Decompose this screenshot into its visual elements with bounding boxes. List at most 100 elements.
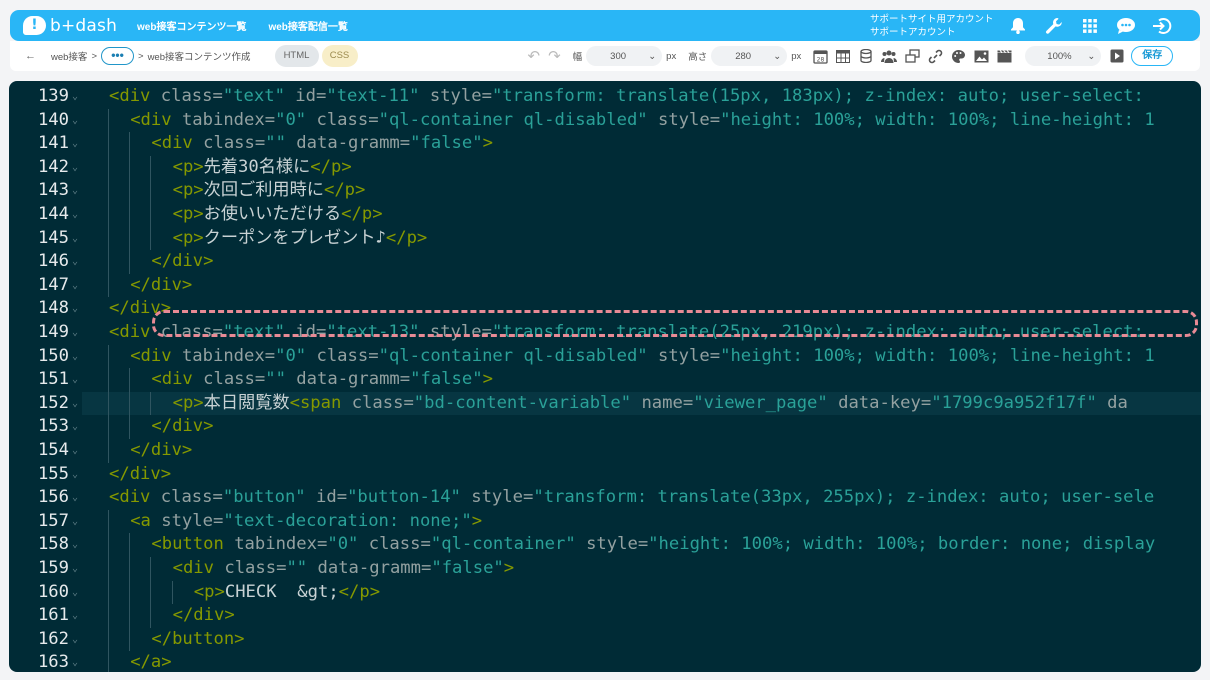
wrench-icon[interactable]	[1042, 14, 1066, 38]
indent-guide	[150, 179, 152, 203]
width-unit: px	[666, 50, 677, 62]
fold-marker-icon[interactable]: ⌄	[69, 109, 81, 133]
code-line[interactable]: 141 ⌄ <div class="" data-gramm="false">	[9, 132, 1201, 156]
account-info[interactable]: サポートサイト用アカウント サポートアカウント	[870, 13, 1006, 39]
code-line[interactable]: 140 ⌄ <div tabindex="0" class="ql-containe…	[9, 108, 1201, 133]
fold-marker-icon[interactable]: ⌄	[69, 510, 81, 534]
fold-marker-icon[interactable]: ⌄	[69, 651, 81, 672]
indent-guide	[129, 580, 131, 605]
fold-marker-icon[interactable]: ⌄	[69, 628, 81, 652]
html-code-editor[interactable]: 139 ⌄ <div class="text" id="text-11" style…	[9, 81, 1201, 672]
line-number: 160	[37, 581, 69, 602]
fold-marker-icon[interactable]: ⌄	[69, 604, 81, 628]
code-line[interactable]: 152 ⌄ <p>本日閲覧数<span class="bd-content-vari…	[9, 391, 1201, 416]
database-icon[interactable]	[857, 47, 875, 65]
code-text: <div tabindex="0" class="ql-container ql…	[130, 109, 1155, 133]
preview-play-icon[interactable]	[1109, 48, 1125, 64]
users-icon[interactable]	[880, 47, 898, 65]
bell-icon[interactable]	[1006, 14, 1030, 38]
line-number: 163	[37, 652, 69, 672]
fold-marker-icon[interactable]: ⌄	[69, 463, 81, 487]
fold-marker-icon[interactable]: ⌄	[69, 250, 81, 274]
fold-marker-icon[interactable]: ⌄	[69, 274, 81, 298]
undo-icon[interactable]: ↶	[528, 47, 541, 65]
code-line[interactable]: 160 ⌄ <p>CHECK &gt;</p>	[9, 580, 1201, 605]
code-token: style	[647, 345, 710, 366]
breadcrumb-root[interactable]: web接客	[51, 49, 87, 63]
width-select[interactable]: 300 ⌄	[586, 46, 663, 66]
height-select[interactable]: 280 ⌄	[711, 46, 788, 66]
fold-marker-icon[interactable]: ⌄	[69, 557, 81, 581]
fold-marker-icon[interactable]: ⌄	[69, 368, 81, 392]
nav-delivery-list[interactable]: web接客配信一覧	[268, 18, 347, 33]
fold-marker-icon[interactable]: ⌄	[69, 392, 81, 416]
code-line[interactable]: 142 ⌄ <p>先着30名様に</p>	[9, 155, 1201, 180]
fold-marker-icon[interactable]: ⌄	[69, 321, 81, 345]
code-token: style	[647, 109, 710, 130]
code-line[interactable]: 161 ⌄ </div>	[9, 604, 1201, 628]
fold-marker-icon[interactable]: ⌄	[69, 132, 81, 156]
code-line[interactable]: 145 ⌄ <p>クーポンをプレゼント♪</p>	[9, 226, 1201, 251]
code-line-content: <div class="text" id="text-11" style="tr…	[82, 85, 1201, 109]
code-line[interactable]: 143 ⌄ <p>次回ご利用時に</p>	[9, 179, 1201, 203]
width-value: 300	[610, 50, 627, 62]
tab-css[interactable]: CSS	[321, 45, 358, 67]
code-line[interactable]: 151 ⌄ <div class="" data-gramm="false">	[9, 368, 1201, 392]
palette-icon[interactable]	[949, 47, 967, 65]
code-line[interactable]: 159 ⌄ <div class="" data-gramm="false">	[9, 557, 1201, 581]
code-line[interactable]: 153 ⌄ </div>	[9, 415, 1201, 439]
layers-icon[interactable]	[903, 47, 921, 65]
code-token: <p>	[193, 581, 225, 602]
code-line[interactable]: 144 ⌄ <p>お使いいただける</p>	[9, 203, 1201, 227]
fold-marker-icon[interactable]: ⌄	[69, 486, 81, 510]
table-icon[interactable]	[834, 47, 852, 65]
nav-content-list[interactable]: web接客コンテンツ一覧	[137, 18, 246, 33]
fold-marker-icon[interactable]: ⌄	[69, 156, 81, 180]
fold-marker-icon[interactable]: ⌄	[69, 415, 81, 439]
logout-icon[interactable]	[1150, 14, 1174, 38]
chat-icon[interactable]	[1114, 14, 1138, 38]
image-icon[interactable]	[972, 47, 990, 65]
fold-marker-icon[interactable]: ⌄	[69, 533, 81, 557]
video-icon[interactable]	[995, 47, 1013, 65]
back-arrow-icon[interactable]: ←	[25, 50, 39, 62]
fold-marker-icon[interactable]: ⌄	[69, 297, 81, 321]
code-token: <div	[130, 345, 182, 366]
code-line[interactable]: 149 ⌄ <div class="text" id="text-13" style…	[9, 321, 1201, 345]
code-line[interactable]: 147 ⌄ </div>	[9, 273, 1201, 298]
code-line[interactable]: 162 ⌄ </button>	[9, 627, 1201, 652]
code-line[interactable]: 150 ⌄ <div tabindex="0" class="ql-containe…	[9, 344, 1201, 369]
code-line[interactable]: 146 ⌄ </div>	[9, 250, 1201, 274]
code-line[interactable]: 163 ⌄ </a>	[9, 651, 1201, 672]
calendar-icon[interactable]: 28	[811, 47, 829, 65]
link-icon[interactable]	[926, 47, 944, 65]
zoom-select[interactable]: 100% ⌄	[1025, 46, 1102, 66]
code-line[interactable]: 158 ⌄ <button tabindex="0" class="ql-conta…	[9, 533, 1201, 557]
code-line[interactable]: 155 ⌄ </div>	[9, 463, 1201, 487]
grid-icon[interactable]	[1078, 14, 1102, 38]
fold-marker-icon[interactable]: ⌄	[69, 227, 81, 251]
code-token: >	[503, 558, 515, 578]
redo-icon[interactable]: ↷	[548, 47, 561, 65]
code-line-content: </div>	[82, 463, 1201, 487]
breadcrumb-more-button[interactable]: •••	[101, 47, 134, 65]
save-button[interactable]: 保存	[1131, 46, 1174, 66]
tab-html[interactable]: HTML	[274, 45, 319, 67]
fold-marker-icon[interactable]: ⌄	[69, 581, 81, 605]
code-line[interactable]: 139 ⌄ <div class="text" id="text-11" style…	[9, 85, 1201, 109]
chevron-down-icon: ⌄	[648, 50, 657, 62]
fold-marker-icon[interactable]: ⌄	[69, 179, 81, 203]
code-line[interactable]: 156 ⌄ <div class="button" id="button-14" s…	[9, 486, 1201, 510]
code-line[interactable]: 148 ⌄ </div>	[9, 297, 1201, 321]
fold-marker-icon[interactable]: ⌄	[69, 345, 81, 369]
code-text: </button>	[151, 628, 244, 652]
code-token: =	[368, 109, 379, 130]
fold-marker-icon[interactable]: ⌄	[69, 203, 81, 227]
app-logo[interactable]: ! b+dash	[23, 16, 123, 36]
code-line[interactable]: 157 ⌄ <a style="text-decoration: none;">	[9, 509, 1201, 534]
fold-marker-icon[interactable]: ⌄	[69, 85, 81, 109]
indent-guide	[150, 604, 152, 628]
code-token: =	[920, 392, 932, 413]
code-line[interactable]: 154 ⌄ </div>	[9, 439, 1201, 463]
fold-marker-icon[interactable]: ⌄	[69, 439, 81, 463]
